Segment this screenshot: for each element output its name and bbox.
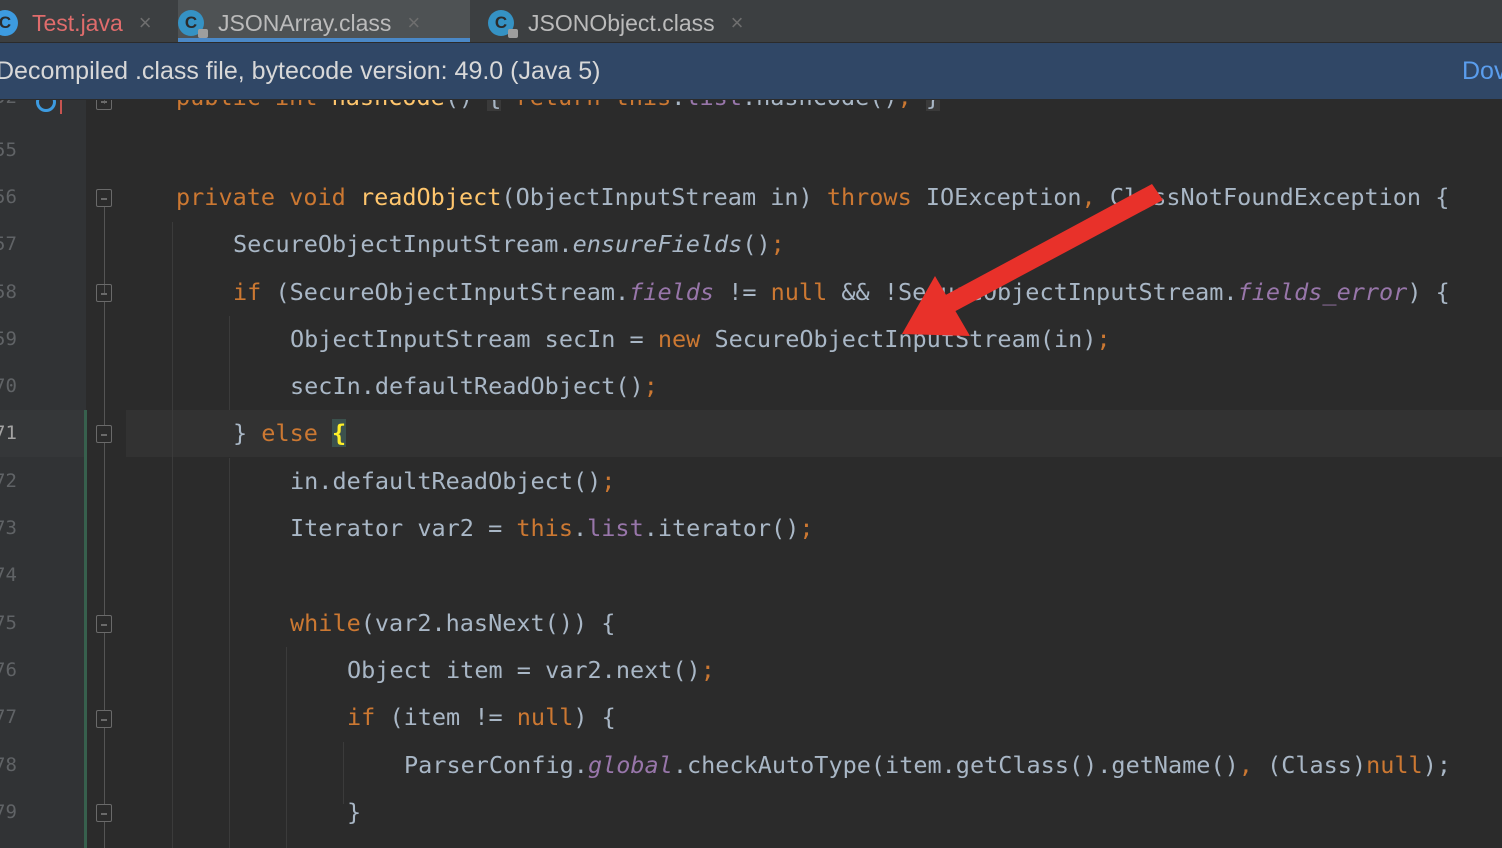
breakpoint-marker (60, 100, 62, 114)
vcs-change-marker (84, 410, 87, 848)
code-line: in.defaultReadObject(); (290, 467, 616, 495)
indent-guide (172, 222, 173, 848)
lock-icon (198, 29, 208, 38)
editor-tab-bar: C Test.java × C JSONArray.class × C JSON… (0, 0, 1502, 43)
fold-toggle-icon[interactable] (96, 710, 112, 728)
line-number: 58 (0, 281, 17, 303)
current-line-highlight (0, 410, 1502, 457)
close-icon[interactable]: × (731, 10, 744, 36)
fold-guide (104, 443, 105, 616)
line-number: 52 (0, 100, 54, 121)
line-number-active: 71 (0, 422, 17, 444)
indent-guide (286, 647, 287, 848)
fold-guide (104, 822, 105, 848)
line-number: 75 (0, 612, 17, 634)
code-line: if (SecureObjectInputStream.fields != nu… (233, 278, 1450, 306)
active-tab-indicator (178, 38, 470, 42)
code-line: secIn.defaultReadObject(); (290, 372, 658, 400)
fold-guide (104, 302, 105, 426)
class-file-icon: C (488, 10, 518, 38)
fold-lane (86, 100, 126, 848)
tab-jsonobject-class[interactable]: C JSONObject.class × (488, 0, 778, 42)
code-line: } (347, 798, 362, 826)
fold-toggle-icon[interactable] (96, 189, 112, 207)
tab-label: JSONObject.class (528, 9, 715, 36)
fold-guide (104, 633, 105, 711)
decompiled-banner: Decompiled .class file, bytecode version… (0, 43, 1502, 99)
line-number: 56 (0, 186, 17, 208)
code-line-current: } else { (233, 419, 347, 447)
fold-guide (104, 207, 105, 295)
fold-toggle-icon[interactable] (96, 425, 112, 443)
tab-label: JSONArray.class (218, 9, 392, 36)
code-editor[interactable]: 52 55 56 57 58 59 70 71 72 73 74 75 76 7… (0, 100, 1502, 848)
line-number: 59 (0, 328, 17, 350)
line-number: 78 (0, 754, 17, 776)
line-number: 74 (0, 564, 17, 586)
indent-guide (343, 742, 344, 804)
line-number: 73 (0, 517, 17, 539)
fold-toggle-icon[interactable] (96, 615, 112, 633)
fold-guide (104, 728, 105, 805)
code-line: private void readObject(ObjectInputStrea… (176, 183, 1450, 211)
close-icon[interactable]: × (139, 10, 152, 36)
tab-test-java[interactable]: C Test.java × (0, 0, 170, 42)
line-number: 76 (0, 659, 17, 681)
line-number: 70 (0, 375, 17, 397)
java-class-icon: C (0, 10, 18, 36)
line-number: 77 (0, 706, 17, 728)
code-line: SecureObjectInputStream.ensureFields(); (233, 230, 785, 258)
fold-toggle-icon[interactable] (96, 100, 112, 110)
code-line: Object item = var2.next(); (347, 656, 715, 684)
close-icon[interactable]: × (407, 10, 420, 36)
tab-jsonarray-class[interactable]: C JSONArray.class × (178, 0, 470, 42)
indent-guide (229, 458, 230, 848)
class-file-icon: C (178, 10, 208, 38)
banner-text: Decompiled .class file, bytecode version… (0, 57, 601, 85)
code-line: if (item != null) { (347, 703, 616, 731)
tab-label: Test.java (32, 9, 123, 36)
line-number: 57 (0, 233, 17, 255)
lock-icon (508, 29, 518, 38)
code-line: ObjectInputStream secIn = new SecureObje… (290, 325, 1111, 353)
fold-toggle-icon[interactable] (96, 804, 112, 822)
code-line: while(var2.hasNext()) { (290, 609, 616, 637)
line-number: 79 (0, 801, 17, 823)
line-number: 55 (0, 139, 17, 161)
code-line: ParserConfig.global.checkAutoType(item.g… (404, 751, 1451, 779)
line-number: 72 (0, 470, 17, 492)
fold-toggle-icon[interactable] (96, 284, 112, 302)
indent-guide (229, 316, 230, 410)
matched-brace: { (332, 419, 347, 447)
code-line: public int hashCode() { return this.list… (176, 100, 941, 121)
code-line: Iterator var2 = this.list.iterator(); (290, 514, 814, 542)
download-sources-link[interactable]: Dov (1462, 43, 1502, 99)
